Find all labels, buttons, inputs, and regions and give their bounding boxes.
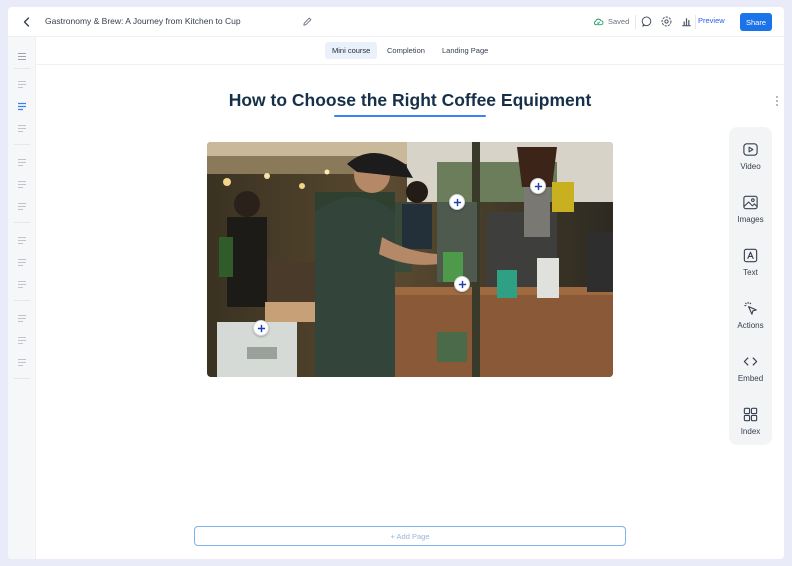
code-icon: [743, 357, 758, 366]
tab-landing-page[interactable]: Landing Page: [435, 42, 495, 59]
back-arrow-icon[interactable]: [20, 15, 34, 29]
hotspot-plus-button[interactable]: [449, 194, 465, 210]
top-bar: Gastronomy & Brew: A Journey from Kitche…: [8, 7, 784, 37]
page-thumbnail-icon[interactable]: [17, 80, 27, 89]
content-tools-panel: Video Images Text Actions Embed Index: [729, 127, 772, 445]
tool-images[interactable]: Images: [729, 194, 772, 238]
sub-tabs: Mini course Completion Landing Page: [36, 37, 784, 65]
plus-icon: [453, 198, 461, 206]
page-thumbnail-icon[interactable]: [17, 314, 27, 323]
tool-index[interactable]: Index: [729, 406, 772, 450]
more-options-icon[interactable]: [775, 95, 779, 107]
cloud-check-icon: [594, 18, 604, 26]
hotspot-plus-button[interactable]: [530, 178, 546, 194]
page-thumbnail-icon[interactable]: [17, 258, 27, 267]
page-thumbnail-icon[interactable]: [17, 358, 27, 367]
coffee-stall-photo[interactable]: [207, 142, 613, 377]
photo-illustration: [207, 142, 613, 377]
menu-icon[interactable]: [17, 52, 27, 61]
tool-embed[interactable]: Embed: [729, 353, 772, 397]
rail-divider: [14, 144, 30, 145]
add-page-button[interactable]: + Add Page: [194, 526, 626, 546]
rail-divider: [14, 222, 30, 223]
rail-divider: [14, 378, 30, 379]
page-heading[interactable]: How to Choose the Right Coffee Equipment: [36, 90, 784, 111]
tool-actions-label: Actions: [737, 321, 764, 330]
page-thumbnail-icon[interactable]: [17, 202, 27, 211]
plus-icon: [257, 324, 265, 332]
tab-mini-course[interactable]: Mini course: [325, 42, 378, 59]
tool-text[interactable]: Text: [729, 247, 772, 291]
pointer-icon: [744, 301, 757, 315]
page-thumbnail-icon[interactable]: [17, 280, 27, 289]
tool-images-label: Images: [737, 215, 764, 224]
grid-icon: [743, 407, 758, 422]
share-button[interactable]: Share: [740, 13, 772, 31]
page-thumbnail-icon[interactable]: [17, 336, 27, 345]
rail-divider: [14, 300, 30, 301]
video-icon: [743, 143, 758, 156]
document-title: Gastronomy & Brew: A Journey from Kitche…: [45, 16, 241, 26]
comment-icon[interactable]: [640, 15, 653, 28]
plus-icon: [458, 280, 466, 288]
page-thumbnail-icon[interactable]: [17, 158, 27, 167]
page-thumbnail-icon[interactable]: [17, 124, 27, 133]
plus-icon: [534, 182, 542, 190]
tool-video-label: Video: [740, 162, 761, 171]
image-icon: [743, 195, 758, 210]
page-list-rail: [8, 37, 36, 559]
preview-button[interactable]: Preview: [698, 16, 725, 25]
tool-video[interactable]: Video: [729, 141, 772, 185]
analytics-icon[interactable]: [680, 15, 693, 28]
save-status: Saved: [593, 16, 629, 27]
pencil-icon[interactable]: [302, 16, 313, 27]
text-icon: [743, 248, 758, 263]
tool-index-label: Index: [740, 427, 761, 436]
saved-label: Saved: [608, 17, 630, 26]
tool-text-label: Text: [743, 268, 758, 277]
page-thumbnail-icon[interactable]: [17, 236, 27, 245]
settings-icon[interactable]: [660, 15, 673, 28]
hotspot-plus-button[interactable]: [454, 276, 470, 292]
rail-divider: [14, 68, 30, 69]
tool-embed-label: Embed: [737, 374, 764, 383]
hotspot-plus-button[interactable]: [253, 320, 269, 336]
page-thumbnail-icon[interactable]: [17, 180, 27, 189]
heading-underline: [334, 115, 486, 117]
app-frame: Gastronomy & Brew: A Journey from Kitche…: [8, 7, 784, 559]
page-thumbnail-icon-active[interactable]: [17, 102, 27, 111]
tab-completion[interactable]: Completion: [380, 42, 432, 59]
tool-actions[interactable]: Actions: [729, 300, 772, 344]
divider: [695, 15, 696, 29]
divider: [635, 15, 636, 29]
